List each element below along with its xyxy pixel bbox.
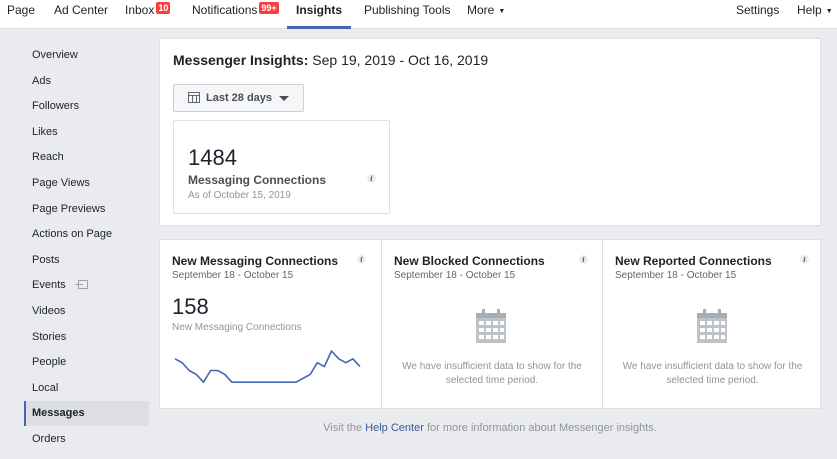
metric-date-range: September 18 - October 15 [394,270,516,281]
messaging-connections-asof: As of October 15, 2019 [188,190,291,201]
nav-ad-center[interactable]: Ad Center [54,0,108,29]
sidebar-item-label: Ads [32,75,51,87]
metric-title: New Reported Connections [615,254,772,268]
nav-notifications-label: Notifications [192,3,258,17]
sparkline-line [174,350,361,384]
calendar-icon [476,309,506,343]
sidebar-item-events[interactable]: Events [24,273,149,298]
sidebar-item-label: Actions on Page [32,228,113,240]
sidebar-item-followers[interactable]: Followers [24,94,149,119]
nav-page[interactable]: Page [7,0,35,29]
messenger-insights-header: Messenger Insights: Sep 19, 2019 - Oct 1… [159,38,821,226]
page-title: Messenger Insights: Sep 19, 2019 - Oct 1… [173,52,488,68]
date-range-dropdown-label: Last 28 days [206,92,273,104]
metric-date-range: September 18 - October 15 [172,270,294,281]
nav-insights-label: Insights [296,3,343,17]
messaging-connections-value: 1484 [188,145,237,170]
info-icon[interactable]: i [357,255,366,264]
metric-title: New Messaging Connections [172,254,339,268]
sidebar-item-label: Followers [32,100,80,112]
nav-more[interactable]: More ▼ [467,0,505,29]
date-range-dropdown[interactable]: Last 28 days [173,84,304,112]
dropdown-arrow-icon [279,96,289,101]
nav-settings-label: Settings [736,3,780,17]
new-reported-connections-card: New Reported Connections i September 18 … [602,240,822,408]
page-title-label: Messenger Insights: [173,52,309,68]
nav-inbox[interactable]: Inbox 10 [125,0,171,29]
inbox-badge: 10 [156,2,171,14]
nav-notifications[interactable]: Notifications 99+ [192,0,279,29]
nav-publishing-tools[interactable]: Publishing Tools [364,0,451,29]
nav-ad-center-label: Ad Center [54,3,109,17]
nav-page-label: Page [7,3,36,17]
sidebar-item-label: Overview [32,49,78,61]
sidebar-item-label: Page Previews [32,203,106,215]
nav-more-label: More [467,3,495,17]
info-icon[interactable]: i [367,174,376,183]
metric-value: 158 [172,294,209,319]
sidebar-item-local[interactable]: Local [24,376,149,401]
notifications-badge: 99+ [259,2,279,14]
sidebar-item-reach[interactable]: Reach [24,145,149,170]
external-link-icon [74,280,88,289]
sidebar-item-label: Likes [32,126,58,138]
new-blocked-connections-card: New Blocked Connections i September 18 -… [381,240,602,408]
help-center-link[interactable]: Help Center [365,422,424,434]
nav-insights[interactable]: Insights [287,0,352,29]
top-navigation: Page Ad Center Inbox 10 Notifications 99+ … [0,0,837,29]
footer-text-after: for more information about Messenger ins… [426,422,657,434]
sidebar-item-page-views[interactable]: Page Views [24,171,149,196]
messaging-connections-card: 1484 Messaging Connections As of October… [173,120,390,214]
sidebar-item-people[interactable]: People [24,350,149,375]
calendar-icon [188,92,200,103]
sidebar-item-videos[interactable]: Videos [24,299,149,324]
sidebar-item-label: Page Views [32,177,90,189]
sidebar-item-stories[interactable]: Stories [24,325,149,350]
sidebar-item-messages[interactable]: Messages [24,401,149,426]
footer-text-before: Visit the [323,422,363,434]
metrics-row: New Messaging Connections i September 18… [159,239,821,409]
sidebar-item-label: Stories [32,331,67,343]
sidebar-item-label: Reach [32,151,64,163]
new-messaging-connections-card: New Messaging Connections i September 18… [160,240,381,408]
sparkline-chart [174,350,361,384]
messaging-connections-label: Messaging Connections [188,173,327,187]
nav-settings[interactable]: Settings [736,0,779,29]
sidebar-item-label: Posts [32,254,60,266]
empty-state-text: We have insufficient data to show for th… [622,361,803,386]
sidebar-item-overview[interactable]: Overview [24,43,149,68]
sidebar-item-actions-on-page[interactable]: Actions on Page [24,222,149,247]
metric-title: New Blocked Connections [394,254,545,268]
sidebar-item-ads[interactable]: Ads [24,69,149,94]
sidebar-item-label: Local [32,382,59,394]
empty-state-text: We have insufficient data to show for th… [402,361,582,386]
sidebar: Overview Ads Followers Likes Reach Page … [0,29,158,459]
chevron-down-icon: ▼ [498,8,506,15]
sidebar-item-page-previews[interactable]: Page Previews [24,197,149,222]
nav-help-label: Help [797,3,822,17]
footer-help-text: Visit the Help Center for more informati… [159,422,821,434]
info-icon[interactable]: i [800,255,809,264]
nav-help[interactable]: Help ▼ [797,0,833,29]
nav-publishing-tools-label: Publishing Tools [364,3,451,17]
calendar-icon [697,309,727,343]
sidebar-item-posts[interactable]: Posts [24,248,149,273]
sidebar-item-label: Messages [32,407,85,419]
sidebar-item-orders[interactable]: Orders [24,427,149,452]
sidebar-item-label: Orders [32,433,66,445]
date-range-text: Sep 19, 2019 - Oct 16, 2019 [312,52,489,68]
sidebar-item-label: Events [32,279,66,291]
metric-date-range: September 18 - October 15 [615,270,737,281]
nav-inbox-label: Inbox [125,3,155,17]
metric-label: New Messaging Connections [172,322,302,333]
sidebar-item-label: People [32,356,67,368]
sidebar-item-label: Videos [32,305,66,317]
chevron-down-icon: ▼ [825,8,833,15]
sidebar-item-likes[interactable]: Likes [24,120,149,145]
info-icon[interactable]: i [579,255,588,264]
